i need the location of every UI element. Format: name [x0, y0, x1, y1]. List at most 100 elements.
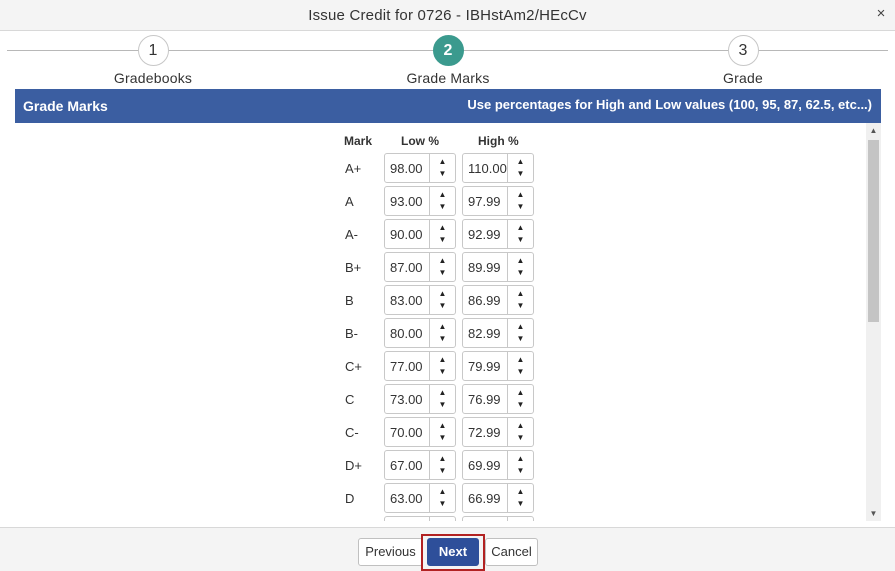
decrement-icon[interactable]: ▼: [430, 300, 455, 314]
low-percent-stepper[interactable]: 67.00 ▲ ▼: [384, 450, 456, 480]
decrement-icon[interactable]: ▼: [430, 168, 455, 182]
decrement-icon[interactable]: ▼: [430, 465, 455, 479]
step-label: Gradebooks: [113, 70, 193, 86]
mark-label: D+: [345, 458, 362, 473]
scrollbar-thumb[interactable]: [868, 140, 879, 322]
high-percent-stepper[interactable]: 66.99 ▲ ▼: [462, 483, 534, 513]
low-percent-input[interactable]: 98.00: [390, 161, 423, 176]
step-number: 1: [137, 35, 169, 66]
decrement-icon[interactable]: ▼: [508, 498, 533, 512]
high-percent-input[interactable]: 69.99: [468, 458, 501, 473]
high-percent-stepper[interactable]: 92.99 ▲ ▼: [462, 219, 534, 249]
decrement-icon[interactable]: ▼: [430, 267, 455, 281]
low-percent-input[interactable]: 87.00: [390, 260, 423, 275]
low-percent-stepper[interactable]: 77.00 ▲ ▼: [384, 351, 456, 381]
decrement-icon[interactable]: ▼: [430, 234, 455, 248]
decrement-icon[interactable]: ▼: [430, 498, 455, 512]
high-percent-stepper[interactable]: 82.99 ▲ ▼: [462, 318, 534, 348]
decrement-icon[interactable]: ▼: [508, 366, 533, 380]
low-percent-stepper[interactable]: 83.00 ▲ ▼: [384, 285, 456, 315]
stepper-buttons: ▲▼: [507, 352, 533, 380]
stepper-buttons: ▲▼: [507, 187, 533, 215]
next-button[interactable]: Next: [427, 538, 479, 566]
decrement-icon[interactable]: ▼: [508, 333, 533, 347]
step-grade[interactable]: 3 Grade: [663, 35, 823, 86]
decrement-icon[interactable]: ▼: [508, 234, 533, 248]
decrement-icon[interactable]: ▼: [508, 300, 533, 314]
low-percent-stepper[interactable]: 80.00 ▲ ▼: [384, 318, 456, 348]
low-percent-stepper[interactable]: 90.00 ▲ ▼: [384, 219, 456, 249]
high-percent-stepper[interactable]: 76.99 ▲ ▼: [462, 384, 534, 414]
stepper-buttons: ▲▼: [429, 484, 455, 512]
decrement-icon[interactable]: ▼: [430, 366, 455, 380]
low-percent-stepper[interactable]: 70.00 ▲ ▼: [384, 417, 456, 447]
grade-mark-row: A 93.00 ▲ ▼ 97.99 ▲ ▼: [15, 186, 615, 216]
low-percent-stepper[interactable]: 63.00 ▲ ▼: [384, 483, 456, 513]
low-percent-input[interactable]: 80.00: [390, 326, 423, 341]
decrement-icon[interactable]: ▼: [430, 399, 455, 413]
scroll-up-icon[interactable]: ▲: [866, 123, 881, 138]
high-percent-input[interactable]: 82.99: [468, 326, 501, 341]
high-percent-stepper[interactable]: ▲▼: [462, 516, 534, 521]
high-percent-input[interactable]: 110.00: [468, 161, 507, 176]
low-percent-stepper[interactable]: 93.00 ▲ ▼: [384, 186, 456, 216]
vertical-scrollbar[interactable]: ▲ ▼: [866, 123, 881, 521]
low-percent-input[interactable]: 70.00: [390, 425, 423, 440]
cancel-button[interactable]: Cancel: [485, 538, 538, 566]
low-percent-input[interactable]: 63.00: [390, 491, 423, 506]
grade-mark-row: C- 70.00 ▲ ▼ 72.99 ▲ ▼: [15, 417, 615, 447]
low-percent-input[interactable]: 67.00: [390, 458, 423, 473]
high-percent-input[interactable]: 92.99: [468, 227, 501, 242]
step-gradebooks[interactable]: 1 Gradebooks: [73, 35, 233, 86]
high-percent-stepper[interactable]: 89.99 ▲ ▼: [462, 252, 534, 282]
decrement-icon[interactable]: ▼: [508, 267, 533, 281]
high-percent-stepper[interactable]: 86.99 ▲ ▼: [462, 285, 534, 315]
low-percent-input[interactable]: 83.00: [390, 293, 423, 308]
step-label: Grade: [723, 70, 763, 86]
step-number: 3: [727, 35, 759, 66]
low-percent-stepper[interactable]: 98.00 ▲ ▼: [384, 153, 456, 183]
low-percent-stepper[interactable]: ▲▼: [384, 516, 456, 521]
high-percent-stepper[interactable]: 97.99 ▲ ▼: [462, 186, 534, 216]
high-percent-input[interactable]: 72.99: [468, 425, 501, 440]
low-percent-input[interactable]: 93.00: [390, 194, 423, 209]
close-icon[interactable]: ×: [873, 5, 889, 23]
decrement-icon[interactable]: ▼: [430, 201, 455, 215]
step-grade-marks[interactable]: 2 Grade Marks: [368, 35, 528, 86]
decrement-icon[interactable]: ▼: [508, 432, 533, 446]
stepper-buttons: ▲▼: [429, 385, 455, 413]
low-percent-input[interactable]: 73.00: [390, 392, 423, 407]
low-percent-input[interactable]: 90.00: [390, 227, 423, 242]
high-percent-stepper[interactable]: 72.99 ▲ ▼: [462, 417, 534, 447]
stepper-buttons: ▲▼: [507, 385, 533, 413]
low-percent-stepper[interactable]: 87.00 ▲ ▼: [384, 252, 456, 282]
increment-icon[interactable]: ▲: [430, 519, 455, 521]
grade-mark-row: B- 80.00 ▲ ▼ 82.99 ▲ ▼: [15, 318, 615, 348]
mark-label: B-: [345, 326, 358, 341]
high-percent-stepper[interactable]: 79.99 ▲ ▼: [462, 351, 534, 381]
low-percent-stepper[interactable]: 73.00 ▲ ▼: [384, 384, 456, 414]
decrement-icon[interactable]: ▼: [508, 201, 533, 215]
grade-mark-row: B+ 87.00 ▲ ▼ 89.99 ▲ ▼: [15, 252, 615, 282]
decrement-icon[interactable]: ▼: [508, 399, 533, 413]
high-percent-input[interactable]: 89.99: [468, 260, 501, 275]
decrement-icon[interactable]: ▼: [430, 333, 455, 347]
low-percent-input[interactable]: 77.00: [390, 359, 423, 374]
high-percent-input[interactable]: 86.99: [468, 293, 501, 308]
decrement-icon[interactable]: ▼: [508, 168, 533, 182]
section-title: Grade Marks: [23, 98, 108, 114]
scroll-down-icon[interactable]: ▼: [866, 506, 881, 521]
previous-button[interactable]: Previous: [358, 538, 423, 566]
high-percent-stepper[interactable]: 110.00 ▲ ▼: [462, 153, 534, 183]
high-percent-input[interactable]: 79.99: [468, 359, 501, 374]
grade-mark-row: C 73.00 ▲ ▼ 76.99 ▲ ▼: [15, 384, 615, 414]
increment-icon[interactable]: ▲: [508, 519, 533, 521]
high-percent-input[interactable]: 66.99: [468, 491, 501, 506]
stepper-buttons: ▲▼: [507, 319, 533, 347]
dialog-titlebar: Issue Credit for 0726 - IBHstAm2/HEcCv ×: [0, 0, 895, 31]
high-percent-input[interactable]: 97.99: [468, 194, 501, 209]
high-percent-stepper[interactable]: 69.99 ▲ ▼: [462, 450, 534, 480]
decrement-icon[interactable]: ▼: [508, 465, 533, 479]
high-percent-input[interactable]: 76.99: [468, 392, 501, 407]
decrement-icon[interactable]: ▼: [430, 432, 455, 446]
